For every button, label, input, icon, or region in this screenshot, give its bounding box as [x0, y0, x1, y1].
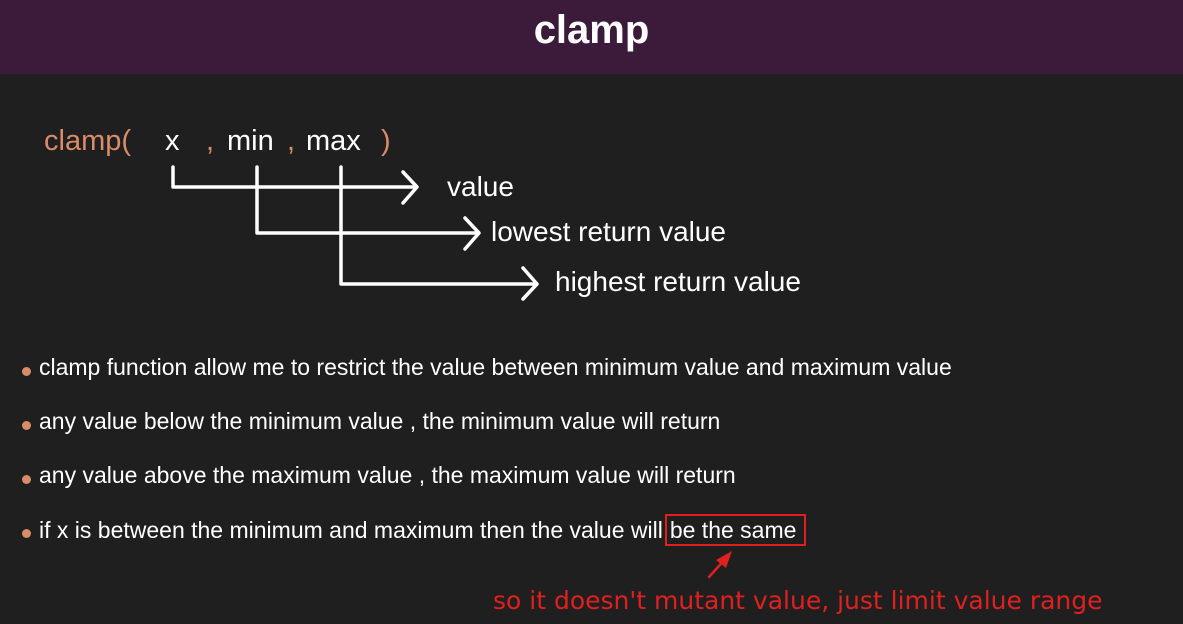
slide: clamp clamp( x , min , max ) value lowes… — [0, 0, 1183, 624]
annotation-arrow — [707, 551, 732, 579]
annotation-note: so it doesn't mutant value, just limit v… — [493, 586, 1103, 615]
